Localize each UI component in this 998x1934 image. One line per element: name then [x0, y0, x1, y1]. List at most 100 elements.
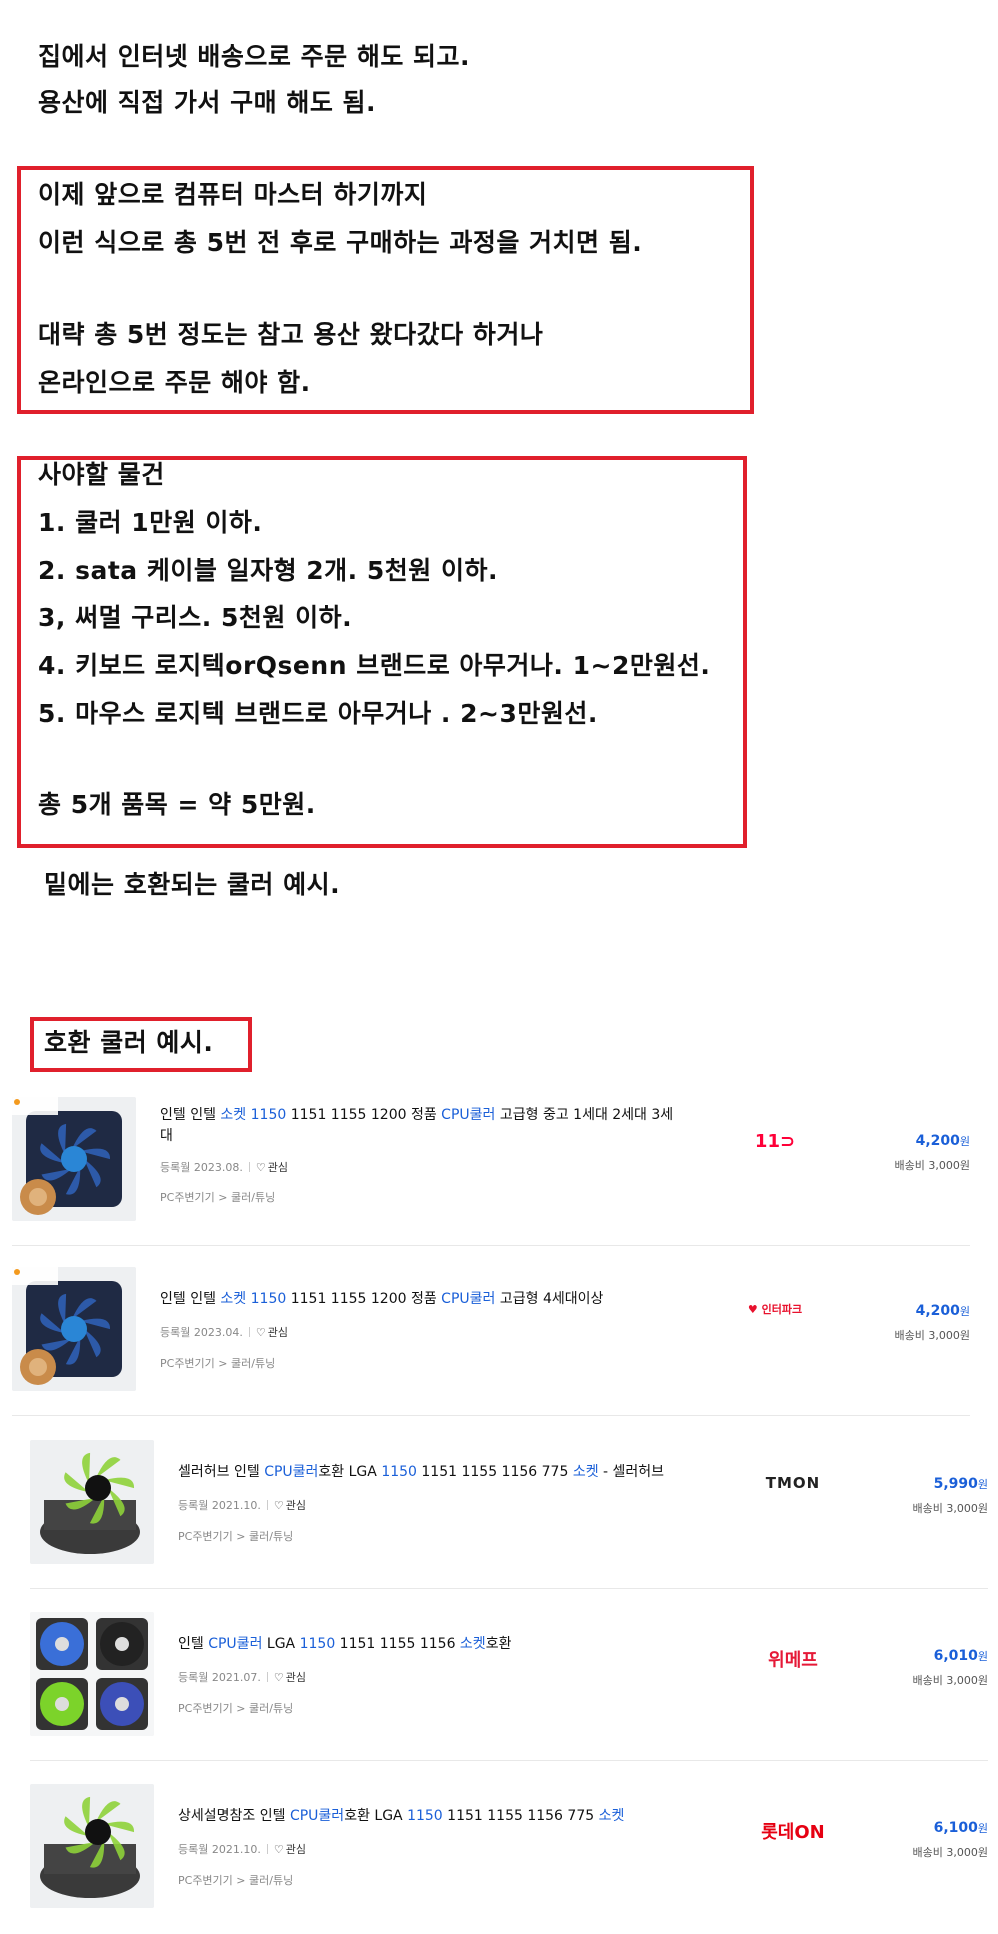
zzim-button[interactable]: ♡ 관심	[274, 1671, 306, 1684]
zzim-label: 관심	[267, 1326, 288, 1339]
zzim-label: 관심	[285, 1671, 306, 1684]
product-thumbnail[interactable]	[12, 1267, 136, 1391]
title-segment: 대	[160, 1128, 173, 1144]
product-category-link[interactable]: PC주변기기 > 쿨러/튜닝	[160, 1355, 275, 1371]
shipping-fee: 배송비 3,000원	[894, 1329, 970, 1342]
shopping-total: 총 5개 품목 = 약 5만원.	[38, 790, 316, 819]
title-segment: 1150	[381, 1464, 417, 1480]
mall-logo[interactable]: TMON	[738, 1474, 848, 1492]
product-price[interactable]: 5,990원	[848, 1476, 988, 1492]
shopping-item-1: 1. 쿨러 1만원 이하.	[38, 508, 263, 537]
title-segment: 1150	[299, 1636, 336, 1652]
title-segment: CPU쿨러	[264, 1464, 319, 1480]
product-meta: 등록월 2023.04. ♡ 관심	[160, 1324, 288, 1340]
title-segment: 1151 1155 1156 775	[416, 1464, 573, 1480]
product-title-link[interactable]: 인텔 CPU쿨러 LGA 1150 1151 1155 1156 소켓호환	[178, 1634, 718, 1655]
title-segment: LGA	[262, 1636, 300, 1652]
heart-icon: ♡	[255, 1161, 266, 1174]
zzim-button[interactable]: ♡ 관심	[274, 1843, 306, 1856]
intro-line-1: 집에서 인터넷 배송으로 주문 해도 되고.	[38, 42, 471, 71]
product-meta: 등록월 2021.10. ♡ 관심	[178, 1841, 306, 1857]
title-segment: CPU쿨러	[208, 1636, 263, 1652]
product-row[interactable]: 인텔 인텔 소켓 1150 1151 1155 1200 정품 CPU쿨러 고급…	[0, 1267, 998, 1417]
price-unit: 원	[977, 1822, 988, 1835]
title-segment: 소켓 1150	[220, 1107, 287, 1123]
product-thumbnail[interactable]	[30, 1784, 154, 1908]
registered-date: 등록월 2023.08.	[160, 1161, 243, 1174]
product-thumbnail[interactable]	[30, 1440, 154, 1564]
title-segment: 고급형 4세대이상	[495, 1291, 604, 1307]
zzim-button[interactable]: ♡ 관심	[256, 1161, 288, 1174]
divider	[266, 1672, 268, 1682]
zzim-button[interactable]: ♡ 관심	[274, 1499, 306, 1512]
title-segment: CPU쿨러	[441, 1107, 496, 1123]
row-divider	[12, 1245, 970, 1246]
mall-logo[interactable]: 11⊃	[720, 1131, 830, 1152]
registered-date: 등록월 2021.07.	[178, 1671, 261, 1684]
product-title-link[interactable]: 상세설명참조 인텔 CPU쿨러호환 LGA 1150 1151 1155 115…	[178, 1806, 718, 1827]
title-segment: 상세설명참조 인텔	[178, 1808, 290, 1824]
box1-line-3: 대략 총 5번 정도는 참고 용산 왔다갔다 하거나	[38, 320, 544, 349]
price-value: 5,990	[933, 1476, 978, 1492]
shipping-fee: 배송비 3,000원	[912, 1502, 988, 1515]
heart-icon: ♡	[273, 1499, 284, 1512]
title-segment: 1151 1155 1156 775	[442, 1808, 599, 1824]
title-segment: 고급형 중고 1세대 2세대 3세	[495, 1107, 674, 1123]
divider	[248, 1327, 250, 1337]
product-title-link[interactable]: 인텔 인텔 소켓 1150 1151 1155 1200 정품 CPU쿨러 고급…	[160, 1105, 700, 1147]
title-segment: CPU쿨러	[441, 1291, 496, 1307]
seller-logo-icon	[14, 1269, 20, 1275]
mall-logo[interactable]: ♥ 인터파크	[720, 1301, 830, 1317]
product-category-link[interactable]: PC주변기기 > 쿨러/튜닝	[178, 1872, 293, 1888]
title-segment: 1150	[407, 1808, 443, 1824]
title-segment: - 셀러허브	[598, 1464, 665, 1480]
title-segment: 소켓 1150	[220, 1291, 287, 1307]
price-value: 6,100	[933, 1820, 978, 1836]
product-category-link[interactable]: PC주변기기 > 쿨러/튜닝	[178, 1528, 293, 1544]
zzim-button[interactable]: ♡ 관심	[256, 1326, 288, 1339]
title-segment: 인텔 인텔	[160, 1291, 221, 1307]
price-unit: 원	[959, 1305, 970, 1318]
product-title-link[interactable]: 셀러허브 인텔 CPU쿨러호환 LGA 1150 1151 1155 1156 …	[178, 1462, 718, 1483]
product-row[interactable]: 상세설명참조 인텔 CPU쿨러호환 LGA 1150 1151 1155 115…	[0, 1784, 998, 1934]
product-title-link[interactable]: 인텔 인텔 소켓 1150 1151 1155 1200 정품 CPU쿨러 고급…	[160, 1289, 700, 1310]
product-price[interactable]: 6,100원	[848, 1820, 988, 1836]
title-segment: 호환 LGA	[344, 1808, 408, 1824]
box1-line-1: 이제 앞으로 컴퓨터 마스터 하기까지	[38, 180, 428, 209]
title-segment: 인텔 인텔	[160, 1107, 221, 1123]
box1-line-2: 이런 식으로 총 5번 전 후로 구매하는 과정을 거치면 됨.	[38, 228, 643, 257]
title-segment: 소켓	[572, 1464, 599, 1480]
registered-date: 등록월 2021.10.	[178, 1843, 261, 1856]
row-divider	[12, 1415, 970, 1416]
product-meta: 등록월 2021.07. ♡ 관심	[178, 1669, 306, 1685]
product-thumbnail[interactable]	[12, 1097, 136, 1221]
product-row[interactable]: 인텔 인텔 소켓 1150 1151 1155 1200 정품 CPU쿨러 고급…	[0, 1097, 998, 1247]
mall-logo[interactable]: 롯데ON	[738, 1818, 848, 1844]
product-row[interactable]: 셀러허브 인텔 CPU쿨러호환 LGA 1150 1151 1155 1156 …	[0, 1440, 998, 1590]
shopping-item-5: 5. 마우스 로지텍 브랜드로 아무거나 . 2~3만원선.	[38, 699, 598, 728]
seller-logo-icon	[14, 1099, 20, 1105]
shopping-item-3: 3, 써멀 구리스. 5천원 이하.	[38, 603, 353, 632]
section-title: 호환 쿨러 예시.	[44, 1028, 214, 1057]
heart-icon: ♡	[255, 1326, 266, 1339]
title-segment: 소켓	[598, 1808, 625, 1824]
product-meta: 등록월 2021.10. ♡ 관심	[178, 1497, 306, 1513]
product-thumbnail[interactable]	[30, 1612, 154, 1736]
zzim-label: 관심	[267, 1161, 288, 1174]
product-price[interactable]: 4,200원	[830, 1303, 970, 1319]
mall-logo[interactable]: 위메프	[738, 1646, 848, 1672]
title-segment: 호환 LGA	[318, 1464, 382, 1480]
shipping-fee: 배송비 3,000원	[912, 1674, 988, 1687]
product-price[interactable]: 4,200원	[830, 1133, 970, 1149]
price-value: 4,200	[915, 1303, 960, 1319]
zzim-label: 관심	[285, 1499, 306, 1512]
product-category-link[interactable]: PC주변기기 > 쿨러/튜닝	[178, 1700, 293, 1716]
product-category-link[interactable]: PC주변기기 > 쿨러/튜닝	[160, 1189, 275, 1205]
shopping-list-heading: 사야할 물건	[38, 460, 165, 489]
shopping-item-4: 4. 키보드 로지텍orQsenn 브랜드로 아무거나. 1~2만원선.	[38, 651, 711, 680]
registered-date: 등록월 2021.10.	[178, 1499, 261, 1512]
title-segment: 호환	[485, 1636, 512, 1652]
product-price[interactable]: 6,010원	[848, 1648, 988, 1664]
product-row[interactable]: 인텔 CPU쿨러 LGA 1150 1151 1155 1156 소켓호환등록월…	[0, 1612, 998, 1762]
intro-line-2: 용산에 직접 가서 구매 해도 됨.	[38, 88, 377, 117]
